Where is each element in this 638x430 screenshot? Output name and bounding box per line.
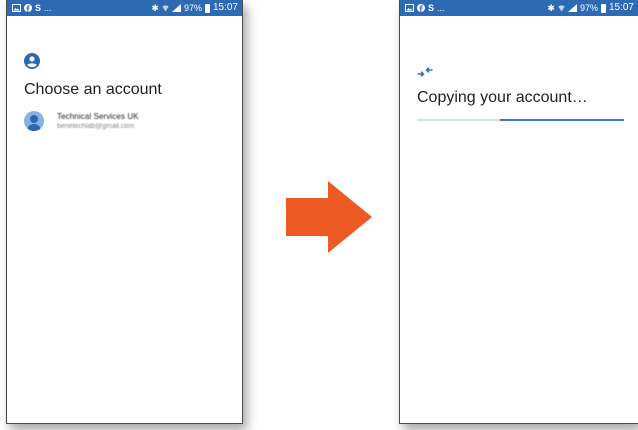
progress-bar [417, 119, 624, 121]
status-bar: S ... ✱ 97% 15:07 [7, 0, 242, 16]
arrow-right-icon [286, 181, 372, 253]
battery-icon [204, 3, 210, 13]
status-bar: S ... ✱ 97% 15:07 [400, 0, 638, 16]
account-chooser-screen: S ... ✱ 97% 15:07 Choose an account Tech… [6, 0, 243, 424]
account-circle-icon [24, 53, 40, 69]
account-email: benetechlab@gmail.com [57, 123, 135, 130]
battery-percent: 97% [183, 3, 202, 13]
page-title: Choose an account [24, 81, 162, 98]
copy-transfer-icon [417, 67, 433, 77]
clock-time: 15:07 [212, 2, 238, 13]
signal-icon [567, 4, 577, 12]
s-icon: S [428, 3, 435, 13]
page-title: Copying your account… [417, 89, 588, 106]
image-icon [12, 4, 21, 12]
progress-indicator [499, 119, 624, 121]
account-chooser-content: Choose an account Technical Services UK … [7, 53, 242, 131]
signal-icon [171, 4, 181, 12]
s-icon: S [35, 3, 42, 13]
clock-time: 15:07 [608, 2, 634, 13]
facebook-icon [417, 4, 425, 12]
bluetooth-icon: ✱ [547, 3, 555, 13]
battery-icon [600, 3, 606, 13]
avatar [24, 111, 44, 131]
image-icon [405, 4, 414, 12]
wifi-icon [162, 5, 169, 12]
copying-content: Copying your account… [400, 67, 638, 121]
wifi-icon [558, 5, 565, 12]
account-name: Technical Services UK [57, 112, 139, 121]
more-notifications-icon: ... [437, 3, 445, 13]
account-list-item[interactable]: Technical Services UK benetechlab@gmail.… [24, 111, 242, 131]
more-notifications-icon: ... [44, 3, 52, 13]
battery-percent: 97% [579, 3, 598, 13]
facebook-icon [24, 4, 32, 12]
copying-account-screen: S ... ✱ 97% 15:07 Copying your account… [399, 0, 638, 424]
bluetooth-icon: ✱ [151, 3, 159, 13]
